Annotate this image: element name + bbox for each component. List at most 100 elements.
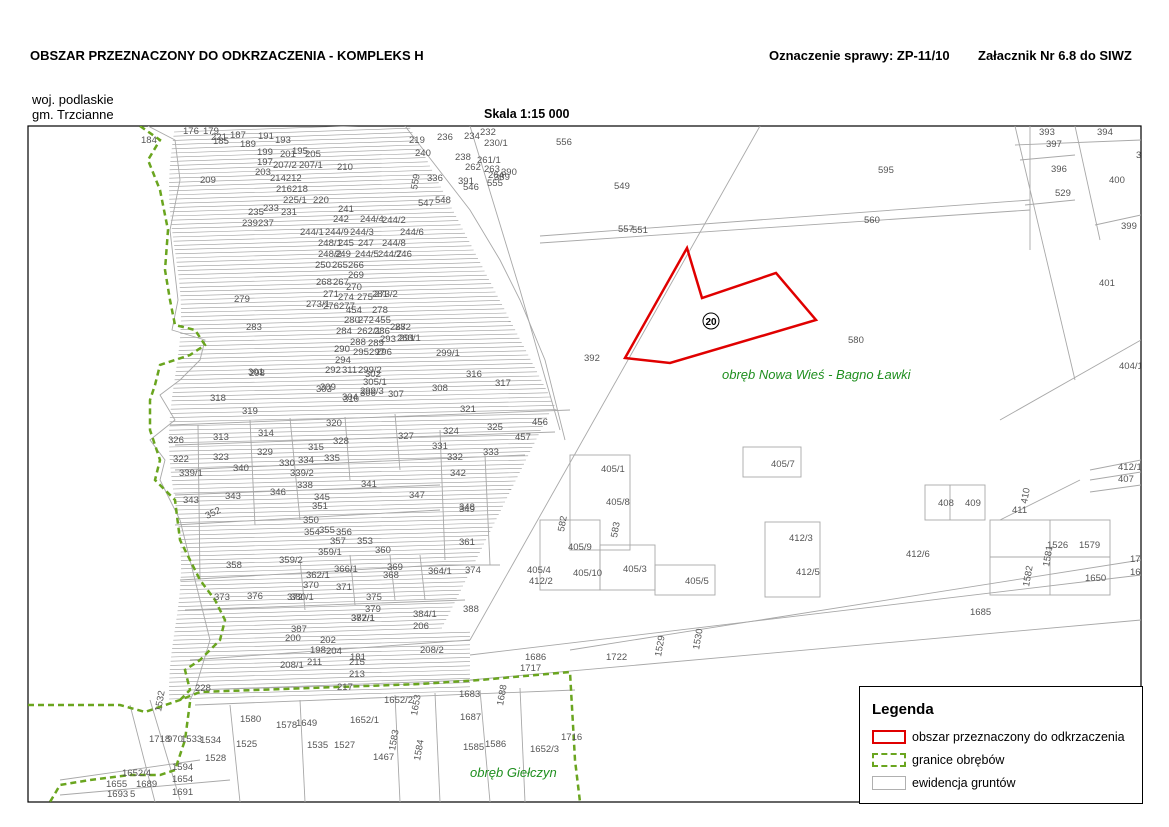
parcel-number-label: 412/1 [1118,462,1142,473]
parcel-number-label: 334 [298,455,314,466]
parcel-number-label: 366/1 [334,564,358,575]
parcel-number-label: 350 [303,515,319,526]
parcel-number-label: 347 [409,490,425,501]
parcel-number-label: 1649 [296,718,317,729]
parcel-number-label: 245 [338,238,354,249]
parcel-number-label: 244/5 [355,249,379,260]
red-outline-swatch-icon [872,730,906,744]
parcel-number-label: 217 [337,682,353,693]
parcel-number-label: 317 [495,378,511,389]
parcel-number-label: 1722 [606,652,627,663]
parcel-number-label: 375 [366,592,382,603]
parcel-number-label: 1716 [561,732,582,743]
parcel-number-label: 400 [1109,175,1125,186]
parcel-number-label: 200 [285,633,301,644]
parcel-number-label: 244/8 [382,238,406,249]
parcel-number-label: 225/1 [283,195,307,206]
parcel-number-label: 361 [459,537,475,548]
parcel-number-label: 272 [358,315,374,326]
parcel-number-label: 551 [632,225,648,236]
parcel-number-label: 398 [1141,202,1157,213]
parcel-number-label: 276 [323,301,339,312]
parcel-number-label: 402 [1141,187,1157,198]
parcel-number-label: 380/1 [290,592,314,603]
parcel-number-label: 314 [258,428,274,439]
parcel-number-label: 284 [336,326,352,337]
parcel-number-label: 349 [459,504,475,515]
parcel-number-label: 340 [233,463,249,474]
parcel-number-label: 405/4 [527,565,551,576]
parcel-number-label: 207/1 [299,160,323,171]
parcel-number-label: 247 [358,238,374,249]
parcel-number-label: 1586 [485,739,506,750]
parcel-number-label: 1654 [172,774,193,785]
parcel-number-label: 371 [336,582,352,593]
legend-item-area: obszar przeznaczony do odkrzaczenia [872,727,1125,747]
parcel-number-label: 176 [183,126,199,137]
legend-item-label: obszar przeznaczony do odkrzaczenia [912,730,1125,744]
parcel-number-label: 343 [225,491,241,502]
parcel-number-label: 230/1 [484,138,508,149]
parcel-number-label: 346 [270,487,286,498]
parcel-number-label: 392 [584,353,600,364]
parcel-number-label: 369 [387,562,403,573]
parcel-number-label: 343 [183,495,199,506]
parcel-number-label: 1535 [307,740,328,751]
parcel-number-label: 313 [213,432,229,443]
parcel-number-label: 234 [464,131,480,142]
parcel-number-label: 399 [1121,221,1137,232]
area-marker-label: 20 [705,317,717,328]
parcel-number-label: 1580 [240,714,261,725]
parcel-number-label: 232 [480,127,496,138]
parcel-number-label: 560 [864,215,880,226]
parcel-number-label: 329 [257,447,273,458]
parcel-number-label: 397 [1046,139,1062,150]
parcel-number-label: 324 [443,426,459,437]
parcel-number-label: 281 [372,289,388,300]
parcel-number-label: 295 [353,347,369,358]
parcel-number-label: 220 [313,195,329,206]
parcel-number-label: 1578 [276,720,297,731]
parcel-number-label: 409 [965,498,981,509]
parcel-number-label: 456 [532,417,548,428]
parcel-number-label: 323 [213,452,229,463]
parcel-number-label: 549 [614,181,630,192]
parcel-number-label: 327 [398,431,414,442]
parcel-number-label: 342 [450,468,466,479]
parcel-number-label: 269 [348,270,364,281]
parcel-number-label: 1687 [460,712,481,723]
legend-item-label: granice obrębów [912,753,1005,767]
parcel-number-label: 325 [487,422,503,433]
parcel-number-label: 404/1 [1119,361,1143,372]
parcel-number-label: 1533 [181,734,202,745]
parcel-number-label: 321 [460,404,476,415]
parcel-number-label: 236 [437,132,453,143]
parcel-number-label: 1652/3 [530,744,559,755]
parcel-number-label: 339/2 [290,468,314,479]
parcel-number-label: 275 [357,292,373,303]
parcel-number-label: 279 [234,294,250,305]
parcel-number-label: 1650 [1085,573,1106,584]
parcel-number-label: 1652/2 [384,695,413,706]
parcel-number-label: 1531 [1150,704,1165,727]
parcel-number-label: 384/1 [413,609,437,620]
parcel-number-label: 395 [1136,150,1152,161]
parcel-number-label: 331 [432,441,448,452]
parcel-number-label: 1525 [236,739,257,750]
parcel-number-label: 209 [200,175,216,186]
parcel-number-label: 390 [501,167,517,178]
parcel-number-label: 207/2 [273,160,297,171]
parcel-number-label: 219 [409,135,425,146]
parcel-number-label: 374 [465,565,481,576]
parcel-number-label: 328 [333,436,349,447]
parcel-number-label: 208/2 [420,645,444,656]
parcel-number-label: 296 [376,347,392,358]
parcel-number-label: 239 [242,218,258,229]
parcel-number-label: 339/1 [179,468,203,479]
parcel-number-label: 318 [210,393,226,404]
parcel-number-label: 316 [466,369,482,380]
parcel-number-label: 1685 [970,607,991,618]
parcel-number-label: 326 [168,435,184,446]
parcel-number-label: 359/1 [318,547,342,558]
parcel-number-label: 405/9 [568,542,592,553]
